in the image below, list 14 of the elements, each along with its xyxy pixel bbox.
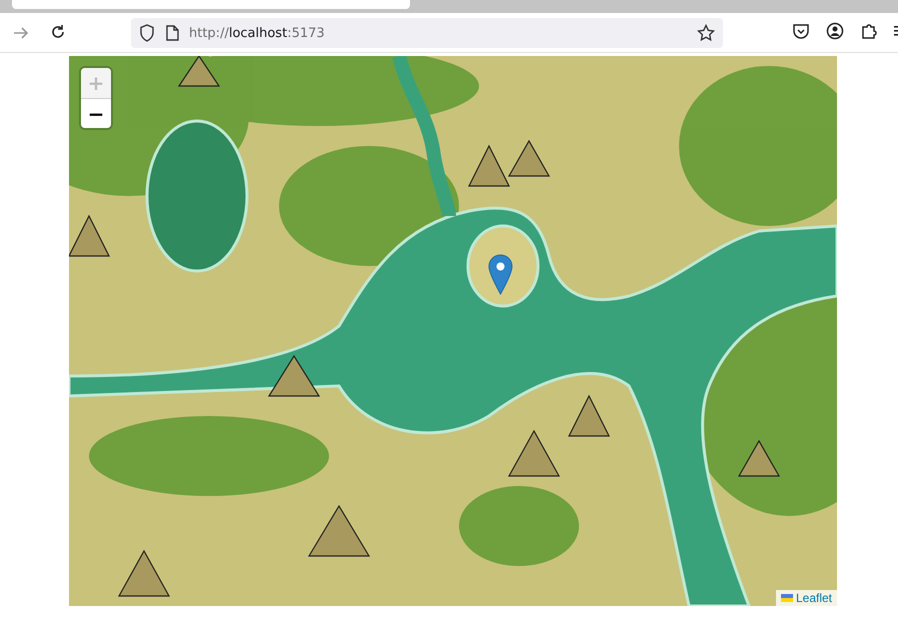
zoom-out-button[interactable]: − bbox=[81, 98, 111, 128]
address-bar[interactable]: http://localhost:5173 bbox=[131, 18, 723, 48]
page-icon bbox=[165, 25, 179, 41]
map-drawing[interactable] bbox=[69, 56, 837, 606]
shield-icon[interactable] bbox=[139, 24, 155, 42]
puzzle-icon[interactable] bbox=[860, 22, 878, 40]
map-marker-icon[interactable] bbox=[488, 254, 513, 295]
url-text[interactable]: http://localhost:5173 bbox=[189, 26, 687, 40]
pocket-icon[interactable] bbox=[792, 22, 810, 40]
ukraine-flag-icon bbox=[780, 594, 793, 602]
account-icon[interactable] bbox=[826, 22, 844, 40]
star-icon[interactable] bbox=[697, 24, 715, 42]
reload-icon[interactable] bbox=[49, 23, 67, 41]
leaflet-link[interactable]: Leaflet bbox=[796, 591, 832, 605]
